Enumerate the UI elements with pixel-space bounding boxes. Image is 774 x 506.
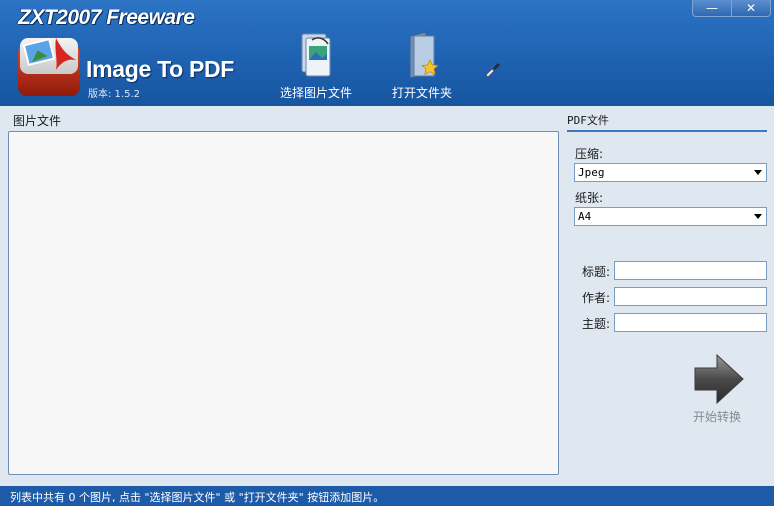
product-name: Image To PDF — [86, 56, 235, 82]
version-label: 版本: 1.5.2 — [88, 89, 140, 100]
convert-arrow-icon — [694, 353, 744, 405]
start-convert-button[interactable]: 开始转换 — [686, 352, 748, 425]
section-divider — [567, 130, 767, 132]
minimize-button[interactable]: — — [692, 0, 732, 17]
brush-icon[interactable] — [483, 62, 501, 78]
compression-value: Jpeg — [578, 166, 605, 179]
open-folder-icon — [409, 31, 439, 79]
compression-label: 压缩: — [575, 147, 604, 161]
dropdown-arrow-icon — [754, 170, 762, 175]
select-images-button[interactable]: 选择图片文件 — [278, 30, 354, 101]
select-images-icon — [301, 33, 331, 77]
app-logo-icon — [18, 37, 80, 96]
app-title: ZXT2007 Freeware — [18, 6, 195, 29]
title-label: 标题: — [582, 265, 611, 279]
pdf-file-label: PDF文件 — [567, 114, 609, 127]
title-field[interactable] — [614, 261, 767, 280]
author-field[interactable] — [614, 287, 767, 306]
subject-label: 主题: — [582, 317, 611, 331]
author-label: 作者: — [582, 291, 611, 305]
paper-value: A4 — [578, 210, 592, 223]
subject-field[interactable] — [614, 313, 767, 332]
close-button[interactable]: ✕ — [731, 0, 771, 17]
select-images-label: 选择图片文件 — [279, 86, 352, 100]
compression-select[interactable]: Jpeg — [574, 163, 767, 182]
image-files-label: 图片文件 — [13, 114, 62, 128]
image-file-list[interactable] — [8, 131, 559, 475]
start-convert-label: 开始转换 — [692, 410, 741, 424]
dropdown-arrow-icon — [754, 214, 762, 219]
header-banner: ZXT2007 Freeware Image To PDF 版本: 1.5.2 … — [0, 0, 774, 106]
paper-label: 纸张: — [575, 191, 604, 205]
status-bar: 列表中共有 0 个图片, 点击 "选择图片文件" 或 "打开文件夹" 按钮添加图… — [0, 486, 774, 506]
open-folder-label: 打开文件夹 — [391, 86, 452, 100]
open-folder-button[interactable]: 打开文件夹 — [390, 30, 454, 101]
paper-select[interactable]: A4 — [574, 207, 767, 226]
